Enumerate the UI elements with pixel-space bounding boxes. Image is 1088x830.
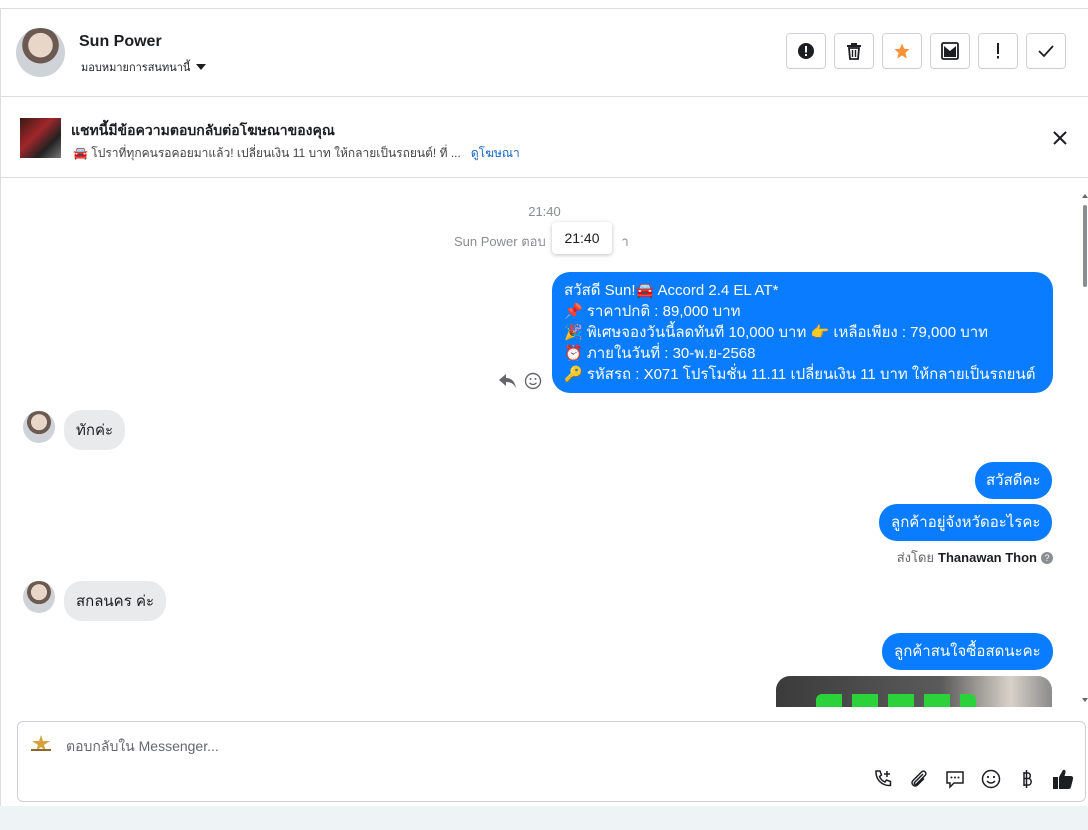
reply-note-text: Sun Power ตอบ: [454, 234, 546, 249]
close-icon: [1053, 131, 1067, 145]
close-banner-button[interactable]: [1050, 128, 1070, 148]
exclamation-icon: [997, 43, 999, 59]
checkmark-icon: [1038, 45, 1054, 58]
scroll-down-icon[interactable]: [1082, 697, 1088, 703]
window-bottom-bar: [0, 806, 1088, 830]
ad-message-line: สวัสดี Sun!🚘 Accord 2.4 EL AT*: [564, 282, 779, 299]
sent-by-prefix: ส่งโดย: [896, 550, 935, 565]
reply-note-tail: า: [621, 234, 629, 249]
chat-bubble-icon: [946, 771, 964, 789]
message-list: 21:40 Sun Power ตอบ า 21:40 สวัสดี Sun!🚘…: [1, 179, 1088, 707]
sender-name: Thanawan Thon: [938, 550, 1037, 565]
saved-replies-button[interactable]: [943, 767, 967, 791]
message-actions: [498, 372, 542, 390]
reply-input[interactable]: ตอบกลับใน Messenger...: [66, 736, 219, 758]
emoji-button[interactable]: [979, 767, 1003, 791]
ad-snippet: 🚘 โปราที่ทุกคนรอคอยมาแล้ว! เปลี่ยนเงิน 1…: [73, 146, 461, 160]
reply-icon[interactable]: [498, 372, 518, 390]
alert-circle-icon: [798, 43, 814, 59]
contact-avatar[interactable]: [16, 28, 65, 77]
envelope-icon: [941, 42, 959, 60]
message-timestamp: 21:40: [528, 204, 561, 219]
ad-message-line: 🎉 พิเศษจองวันนี้ลดทันที 10,000 บาท 👉 เหล…: [564, 324, 989, 341]
paperclip-icon: [911, 770, 927, 787]
ad-banner-title: แชทนี้มีข้อความตอบกลับต่อโฆษณาของคุณ: [71, 122, 335, 138]
attach-button[interactable]: [907, 767, 931, 791]
ad-banner-subtitle: 🚘 โปราที่ทุกคนรอคอยมาแล้ว! เปลี่ยนเงิน 1…: [73, 144, 520, 163]
outgoing-message[interactable]: สวัสดีคะ: [975, 462, 1052, 499]
view-ad-link[interactable]: ดูโฆษณา: [471, 144, 520, 163]
contact-avatar-small: [23, 411, 55, 443]
star-button[interactable]: [882, 33, 922, 69]
image-attachment[interactable]: [776, 676, 1052, 707]
conversation-header: Sun Power มอบหมายการสนทนานี้: [1, 9, 1088, 97]
scroll-up-icon[interactable]: [1082, 193, 1088, 199]
trash-icon: [847, 43, 861, 60]
help-icon[interactable]: ?: [1041, 551, 1053, 564]
image-text-overlay: [816, 694, 976, 707]
ad-message-line: 📌 ราคาปกติ : 89,000 บาท: [564, 303, 741, 320]
emoji-react-icon[interactable]: [524, 372, 542, 390]
ad-message-line: 🔑 รหัสรถ : X071 โปรโมชั่น 11.11 เปลี่ยนเ…: [564, 366, 1036, 383]
timestamp-tooltip: 21:40: [552, 222, 612, 254]
smiley-icon: [981, 769, 1001, 789]
scroll-thumb[interactable]: [1083, 205, 1087, 287]
ad-message-line: ⏰ ภายในวันที่ : 30-พ.ย-2568: [564, 345, 756, 362]
report-button[interactable]: [786, 33, 826, 69]
message-composer: ตอบกลับใน Messenger...: [17, 721, 1086, 802]
call-button[interactable]: [871, 767, 895, 791]
sent-by-label: ส่งโดย Thanawan Thon ?: [897, 547, 1053, 568]
mark-done-button[interactable]: [1026, 33, 1066, 69]
delete-button[interactable]: [834, 33, 874, 69]
ad-reply-banner: แชทนี้มีข้อความตอบกลับต่อโฆษณาของคุณ 🚘 โ…: [1, 98, 1088, 178]
mark-unread-button[interactable]: [930, 33, 970, 69]
incoming-message[interactable]: สกลนคร ค่ะ: [64, 581, 167, 621]
assign-conversation-dropdown[interactable]: มอบหมายการสนทนานี้: [81, 58, 207, 76]
payment-button[interactable]: [1015, 767, 1039, 791]
outgoing-ad-message[interactable]: สวัสดี Sun!🚘 Accord 2.4 EL AT* 📌 ราคาปกต…: [552, 272, 1053, 393]
contact-avatar-small: [23, 581, 55, 613]
page-logo-icon: [31, 735, 51, 751]
composer-tools: [871, 767, 1075, 791]
ad-thumbnail[interactable]: [20, 118, 61, 158]
contact-name[interactable]: Sun Power: [79, 33, 162, 51]
thumbs-up-icon: [1053, 769, 1074, 789]
header-actions: [786, 33, 1066, 69]
like-button[interactable]: [1051, 767, 1075, 791]
baht-icon: [1023, 770, 1032, 788]
conversation-panel: Sun Power มอบหมายการสนทนานี้ แชทนี้มีข้อ…: [0, 8, 1088, 806]
star-icon: [894, 43, 910, 59]
spam-button[interactable]: [978, 33, 1018, 69]
outgoing-message[interactable]: ลูกค้าอยู่จังหวัดอะไรคะ: [879, 504, 1053, 541]
caret-down-icon: [196, 64, 207, 70]
messenger-page: Sun Power มอบหมายการสนทนานี้ แชทนี้มีข้อ…: [0, 0, 1088, 830]
outgoing-message[interactable]: ลูกค้าสนใจซื้อสดนะคะ: [882, 633, 1053, 670]
phone-plus-icon: [875, 770, 892, 787]
assign-label: มอบหมายการสนทนานี้: [81, 62, 191, 74]
incoming-message[interactable]: ทักค่ะ: [64, 410, 126, 450]
